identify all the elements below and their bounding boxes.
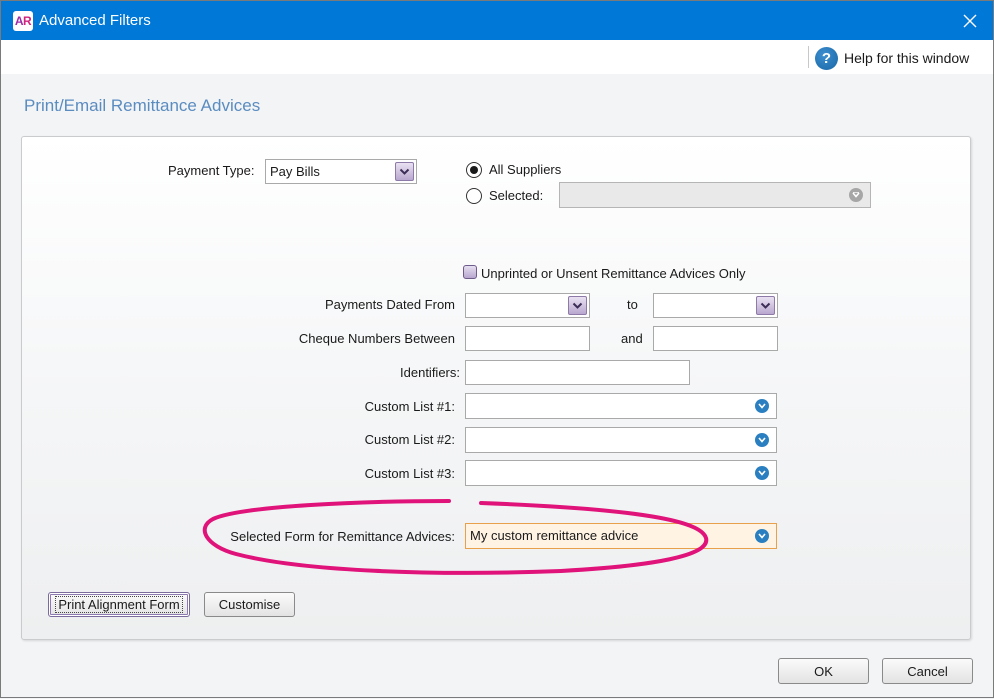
payment-type-label: Payment Type:: [168, 163, 255, 178]
cheque-numbers-label: Cheque Numbers Between: [298, 331, 455, 346]
custom-list-3-select[interactable]: [465, 460, 777, 486]
all-suppliers-label: All Suppliers: [489, 162, 562, 177]
cheque-numbers-to-field[interactable]: [653, 326, 778, 351]
help-button[interactable]: ? Help for this window: [815, 46, 969, 70]
unprinted-only-label: Unprinted or Unsent Remittance Advices O…: [481, 266, 746, 281]
selected-suppliers-field[interactable]: [559, 182, 871, 208]
help-label: Help for this window: [844, 50, 970, 66]
dropdown-circle-icon[interactable]: [755, 433, 769, 447]
custom-list-2-label: Custom List #2:: [364, 432, 455, 447]
chevron-down-icon[interactable]: [568, 296, 587, 315]
payments-dated-label: Payments Dated From: [324, 297, 455, 312]
page-title: Print/Email Remittance Advices: [24, 96, 261, 115]
payment-type-select[interactable]: Pay Bills: [265, 159, 417, 184]
payments-dated-to-field[interactable]: [653, 293, 778, 318]
unprinted-only-checkbox[interactable]: [463, 265, 477, 279]
customise-button[interactable]: Customise: [204, 592, 295, 617]
dropdown-circle-icon[interactable]: [755, 466, 769, 480]
cheque-numbers-from-field[interactable]: [465, 326, 590, 351]
custom-list-1-select[interactable]: [465, 393, 777, 419]
cancel-button[interactable]: Cancel: [882, 658, 973, 684]
app-logo-icon: AR: [13, 11, 33, 31]
payment-type-value: Pay Bills: [270, 164, 320, 179]
dropdown-circle-icon[interactable]: [755, 529, 769, 543]
custom-list-2-select[interactable]: [465, 427, 777, 453]
dropdown-circle-icon[interactable]: [849, 188, 863, 202]
window-title: Advanced Filters: [39, 12, 151, 29]
advanced-filters-window: AR Advanced Filters ? Help for this wind…: [0, 0, 994, 698]
to-label: to: [627, 297, 638, 312]
filters-panel: Payment Type: Pay Bills All Suppliers Se…: [21, 136, 971, 640]
question-circle-icon: ?: [815, 46, 838, 70]
selected-form-label: Selected Form for Remittance Advices:: [230, 529, 455, 544]
toolbar-divider: [808, 46, 809, 68]
toolbar: ? Help for this window: [1, 40, 993, 74]
close-icon: [963, 14, 977, 27]
selected-form-select[interactable]: My custom remittance advice: [465, 523, 777, 549]
custom-list-3-label: Custom List #3:: [364, 466, 455, 481]
close-button[interactable]: [947, 1, 993, 40]
custom-list-1-label: Custom List #1:: [364, 399, 455, 414]
print-alignment-form-button[interactable]: Print Alignment Form: [48, 592, 190, 617]
payments-dated-from-field[interactable]: [465, 293, 590, 318]
selected-suppliers-label: Selected:: [489, 188, 544, 203]
chevron-down-icon[interactable]: [756, 296, 775, 315]
chevron-down-icon[interactable]: [395, 162, 414, 181]
identifiers-field[interactable]: [465, 360, 690, 385]
dropdown-circle-icon[interactable]: [755, 399, 769, 413]
selected-suppliers-radio[interactable]: [466, 188, 482, 204]
ok-button[interactable]: OK: [778, 658, 869, 684]
all-suppliers-radio[interactable]: [466, 162, 482, 178]
identifiers-label: Identifiers:: [400, 365, 460, 380]
title-bar: AR Advanced Filters: [1, 1, 993, 40]
selected-form-value: My custom remittance advice: [470, 528, 639, 543]
and-label: and: [621, 331, 643, 346]
